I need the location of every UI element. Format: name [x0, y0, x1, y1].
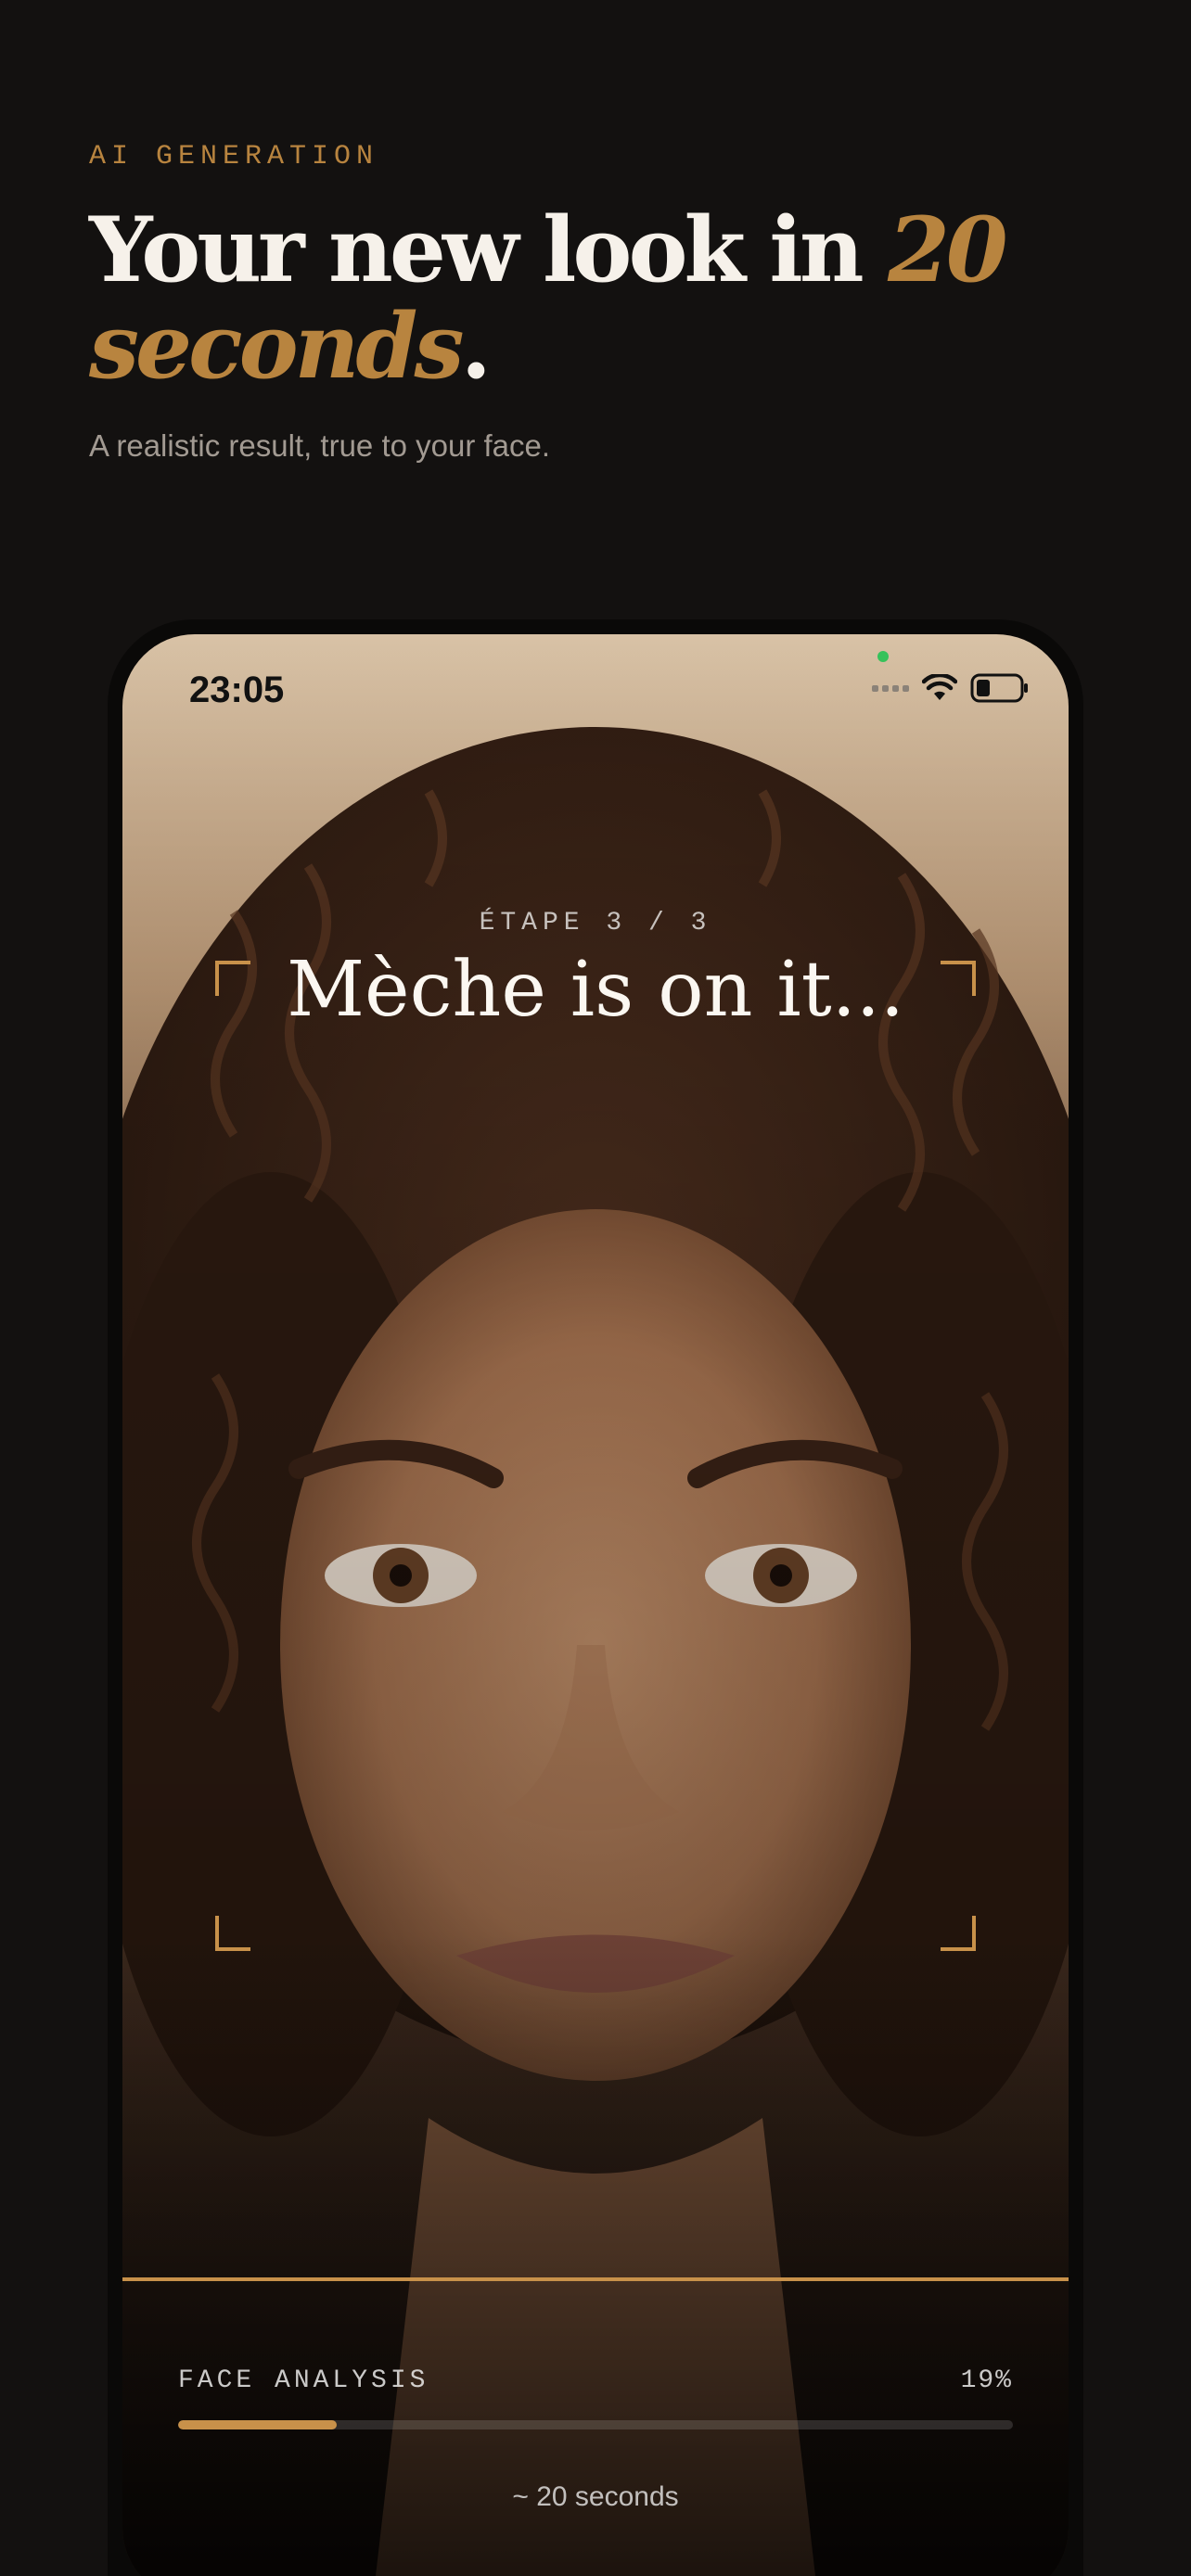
progress-bar-fill [178, 2420, 337, 2429]
progress-phase-label: FACE ANALYSIS [178, 2366, 429, 2395]
status-icons [872, 673, 1030, 703]
headline-main: Your new look in [89, 198, 889, 302]
eyebrow-label: AI GENERATION [89, 141, 379, 172]
battery-icon [970, 673, 1028, 703]
progress-percent: 19% [960, 2366, 1013, 2395]
scan-frame-corner-top-right [941, 961, 976, 996]
scan-frame-corner-bottom-right [941, 1916, 976, 1951]
eta-label: ~ 20 seconds [512, 2481, 679, 2512]
status-time: 23:05 [189, 670, 285, 710]
cellular-signal-icon [872, 684, 909, 692]
progress-bar [178, 2420, 1013, 2429]
camera-indicator-icon [877, 651, 889, 662]
scan-frame-corner-bottom-left [215, 1916, 250, 1951]
headline-accent-number: 20 [888, 198, 1008, 302]
wifi-icon [922, 674, 957, 700]
headline-end: . [460, 294, 492, 399]
headline: Your new look in 20 seconds. [89, 202, 1109, 395]
generation-title: Mèche is on it... [287, 946, 904, 1034]
step-indicator: ÉTAPE 3 / 3 [479, 909, 712, 937]
scan-line [122, 2277, 1069, 2281]
phone-screen: 23:05 ÉTAPE 3 / 3 Mèche is on it... FACE… [122, 634, 1069, 2576]
scan-frame-corner-top-left [215, 961, 250, 996]
subtitle: A realistic result, true to your face. [89, 428, 551, 463]
headline-accent-word: seconds [89, 294, 465, 399]
